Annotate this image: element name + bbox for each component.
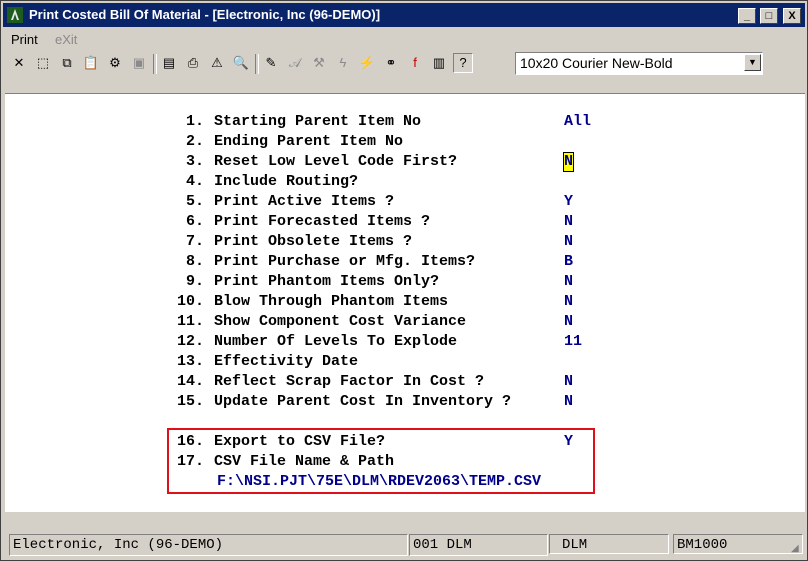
- maximize-button[interactable]: □: [760, 8, 778, 24]
- form-row-6: Print Forecasted Items ?: [214, 213, 431, 230]
- form-row-value[interactable]: N: [564, 293, 573, 311]
- form-row-1: Starting Parent Item No: [214, 113, 422, 130]
- form-row-number: 6.: [177, 213, 205, 230]
- form-row-7: Print Obsolete Items ?: [214, 233, 413, 250]
- form-row-value[interactable]: N: [564, 273, 573, 291]
- font-selector[interactable]: 10x20 Courier New-Bold ▼: [515, 52, 763, 75]
- window-title: Print Costed Bill Of Material - [Electro…: [29, 7, 381, 22]
- status-user-code: 001 DLM: [409, 534, 548, 556]
- form-row-11: Show Component Cost Variance: [214, 313, 467, 330]
- form-row-12: Number Of Levels To Explode: [214, 333, 458, 350]
- settings-icon[interactable]: ⚙: [105, 53, 125, 73]
- form-row-value[interactable]: N: [564, 373, 573, 391]
- form-row-14: Reflect Scrap Factor In Cost ?: [214, 373, 485, 390]
- app-window: Print Costed Bill Of Material - [Electro…: [0, 0, 808, 561]
- menu-print[interactable]: Print: [11, 32, 38, 47]
- form-row-2: Ending Parent Item No: [214, 133, 404, 150]
- form-row-number: 2.: [177, 133, 205, 150]
- form-area: Starting Parent Item No 1. All Ending Pare…: [5, 93, 805, 512]
- minimize-button[interactable]: _: [738, 8, 756, 24]
- select-icon[interactable]: ⬚: [33, 53, 53, 73]
- form-row-number: 3.: [177, 153, 205, 170]
- toolbar-separator: [153, 54, 157, 74]
- form-row-number: 13.: [177, 353, 205, 370]
- document-icon[interactable]: ▤: [159, 53, 179, 73]
- form-row-value[interactable]: N: [562, 152, 575, 172]
- printer-icon[interactable]: ⎙: [183, 53, 203, 73]
- delete-icon[interactable]: ✕: [9, 53, 29, 73]
- search-icon[interactable]: 🔍: [231, 53, 251, 73]
- form-row-10: Blow Through Phantom Items: [214, 293, 449, 310]
- macro-icon[interactable]: ϟ: [333, 53, 353, 73]
- form-row-value[interactable]: N: [564, 233, 573, 251]
- chevron-down-icon[interactable]: ▼: [744, 54, 761, 71]
- copy-icon[interactable]: ⧉: [57, 53, 77, 73]
- run-icon[interactable]: ⚡: [357, 53, 377, 73]
- form-row-value[interactable]: N: [564, 393, 573, 411]
- status-user: DLM: [549, 534, 669, 554]
- status-program: BM1000: [673, 534, 803, 554]
- warning-icon[interactable]: ⚠: [207, 53, 227, 73]
- resize-grip-icon[interactable]: ◢: [791, 543, 803, 555]
- function-icon[interactable]: f: [405, 53, 425, 73]
- script-icon[interactable]: 𝒜: [285, 53, 305, 73]
- status-company: Electronic, Inc (96-DEMO): [9, 534, 408, 556]
- form-row-number: 12.: [177, 333, 205, 350]
- form-row-value[interactable]: Y: [564, 193, 573, 211]
- form-row-5: Print Active Items ?: [214, 193, 395, 210]
- highlight-box: [167, 428, 595, 494]
- help-icon[interactable]: ?: [453, 53, 473, 73]
- link-icon[interactable]: ⚭: [381, 53, 401, 73]
- form-row-number: 7.: [177, 233, 205, 250]
- form-row-8: Print Purchase or Mfg. Items?: [214, 253, 476, 270]
- form-row-number: 14.: [177, 373, 205, 390]
- edit-icon[interactable]: ✎: [261, 53, 281, 73]
- form-row-number: 8.: [177, 253, 205, 270]
- menu-exit[interactable]: eXit: [55, 32, 77, 47]
- properties-icon[interactable]: ▣: [129, 53, 149, 73]
- toolbar-separator: [255, 54, 259, 74]
- form-row-13: Effectivity Date: [214, 353, 359, 370]
- menu-bar: Print eXit: [3, 29, 805, 49]
- form-row-number: 15.: [177, 393, 205, 410]
- font-selector-value: 10x20 Courier New-Bold: [520, 55, 673, 71]
- form-row-number: 10.: [177, 293, 205, 310]
- paste-icon[interactable]: 📋: [81, 53, 101, 73]
- list-icon[interactable]: ▥: [429, 53, 449, 73]
- title-bar[interactable]: Print Costed Bill Of Material - [Electro…: [3, 3, 805, 27]
- form-row-value[interactable]: All: [564, 113, 591, 131]
- form-row-number: 4.: [177, 173, 205, 190]
- form-row-3: Reset Low Level Code First?: [214, 153, 458, 170]
- close-button[interactable]: X: [783, 8, 801, 24]
- app-icon: [7, 7, 23, 23]
- form-row-value[interactable]: B: [564, 253, 573, 271]
- form-row-value[interactable]: N: [564, 213, 573, 231]
- form-row-value[interactable]: N: [564, 313, 573, 331]
- form-row-number: 9.: [177, 273, 205, 290]
- form-row-number: 11.: [177, 313, 205, 330]
- form-row-15: Update Parent Cost In Inventory ?: [214, 393, 512, 410]
- form-row-value[interactable]: 11: [564, 333, 582, 351]
- tools-icon[interactable]: ⚒: [309, 53, 329, 73]
- status-bar: Electronic, Inc (96-DEMO) 001 DLM DLM BM…: [3, 531, 805, 557]
- form-row-number: 1.: [177, 113, 205, 130]
- form-row-9: Print Phantom Items Only?: [214, 273, 440, 290]
- form-row-4: Include Routing?: [214, 173, 359, 190]
- form-row-number: 5.: [177, 193, 205, 210]
